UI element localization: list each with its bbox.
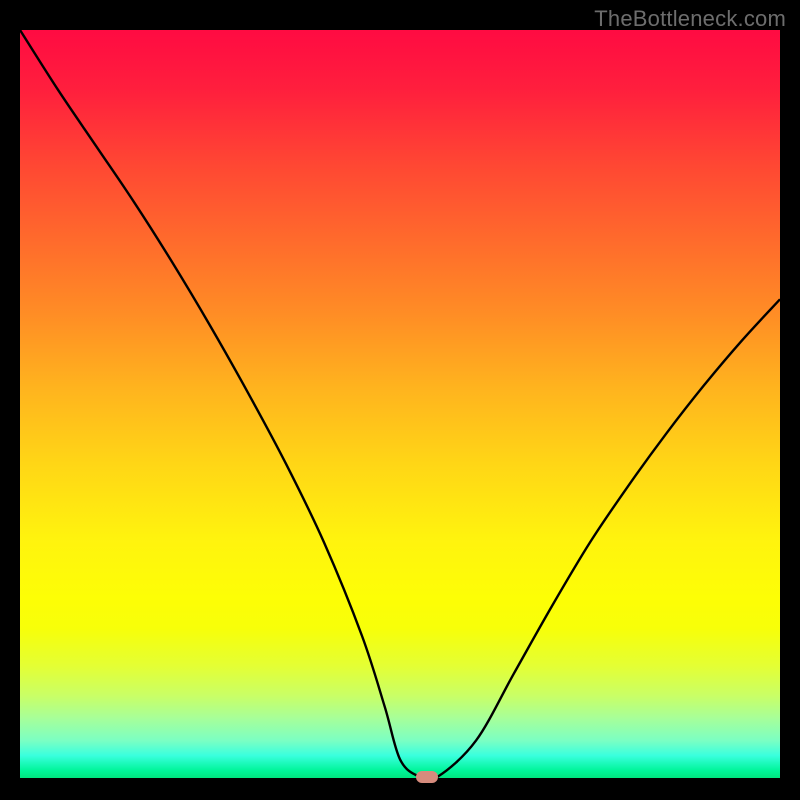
watermark-text: TheBottleneck.com [594, 6, 786, 32]
curve-path [20, 30, 780, 778]
plot-area [20, 30, 780, 778]
bottleneck-curve [20, 30, 780, 778]
chart-frame: TheBottleneck.com [0, 0, 800, 800]
optimal-point-marker [416, 771, 438, 783]
